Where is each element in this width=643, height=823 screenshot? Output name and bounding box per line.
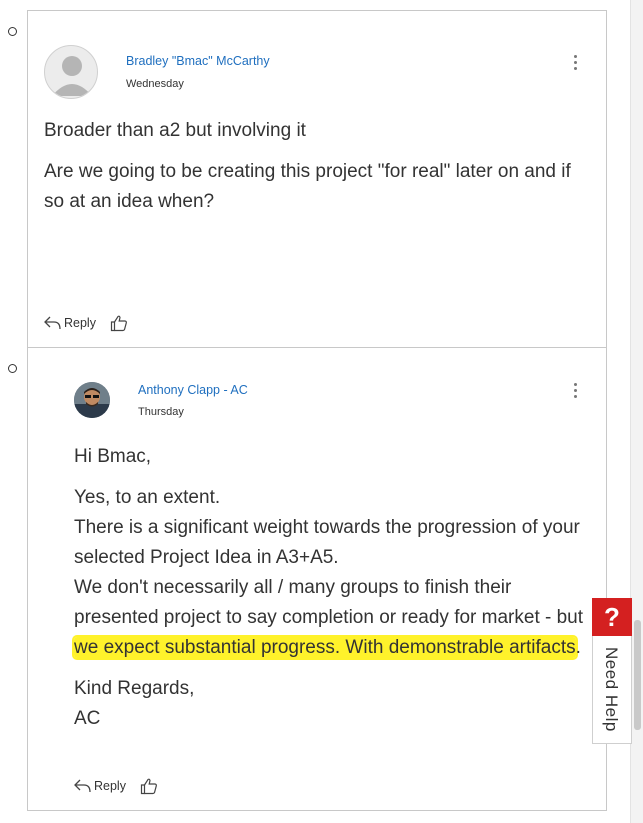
reply-arrow-icon (44, 316, 61, 330)
post-paragraph: Are we going to be creating this project… (44, 161, 571, 212)
avatar[interactable] (44, 45, 98, 99)
signoff: Kind Regards, (74, 678, 195, 699)
comment-post: Bradley "Bmac" McCarthy Wednesday Broade… (27, 10, 607, 348)
post-text: . (575, 637, 581, 658)
post-body: Broader than a2 but involving it Are we … (44, 116, 594, 217)
post-paragraph: Yes, to an extent. (74, 487, 221, 508)
need-help-label: Need Help (602, 647, 621, 732)
like-button[interactable] (110, 314, 128, 332)
author-name-link[interactable]: Bradley "Bmac" McCarthy (126, 54, 270, 68)
thumbs-up-icon (110, 315, 127, 332)
post-paragraph: We don't necessarily all / many groups t… (74, 573, 584, 663)
thumbs-up-icon (140, 778, 157, 795)
user-photo-icon (74, 382, 110, 418)
reply-label: Reply (64, 316, 96, 330)
like-button[interactable] (140, 777, 158, 795)
post-date: Wednesday (126, 78, 184, 90)
reply-arrow-icon (74, 779, 91, 793)
reply-button[interactable]: Reply (74, 779, 126, 793)
need-help-button[interactable]: ? Need Help (592, 598, 632, 744)
help-question-icon: ? (592, 598, 632, 636)
post-bullet (8, 364, 17, 373)
reply-label: Reply (94, 779, 126, 793)
more-options-icon[interactable] (573, 383, 577, 401)
post-bullet (8, 27, 17, 36)
post-actions: Reply (44, 314, 128, 332)
post-paragraph: There is a significant weight towards th… (74, 517, 580, 568)
default-user-icon (52, 56, 92, 96)
highlighted-text: we expect substantial progress. With dem… (74, 637, 576, 658)
avatar[interactable] (74, 382, 110, 418)
post-paragraph: Broader than a2 but involving it (44, 120, 306, 141)
reply-button[interactable]: Reply (44, 316, 96, 330)
page-scrollbar-thumb[interactable] (634, 620, 641, 730)
author-name-link[interactable]: Anthony Clapp - AC (138, 383, 248, 397)
post-actions: Reply (74, 777, 158, 795)
post-date: Thursday (138, 406, 184, 418)
post-body: Hi Bmac, Yes, to an extent. There is a s… (74, 442, 584, 734)
post-text: We don't necessarily all / many groups t… (74, 577, 584, 628)
more-options-icon[interactable] (573, 55, 577, 73)
post-greeting: Hi Bmac, (74, 446, 152, 467)
signoff-initials: AC (74, 708, 101, 729)
comment-post: Anthony Clapp - AC Thursday Hi Bmac, Yes… (27, 347, 607, 811)
